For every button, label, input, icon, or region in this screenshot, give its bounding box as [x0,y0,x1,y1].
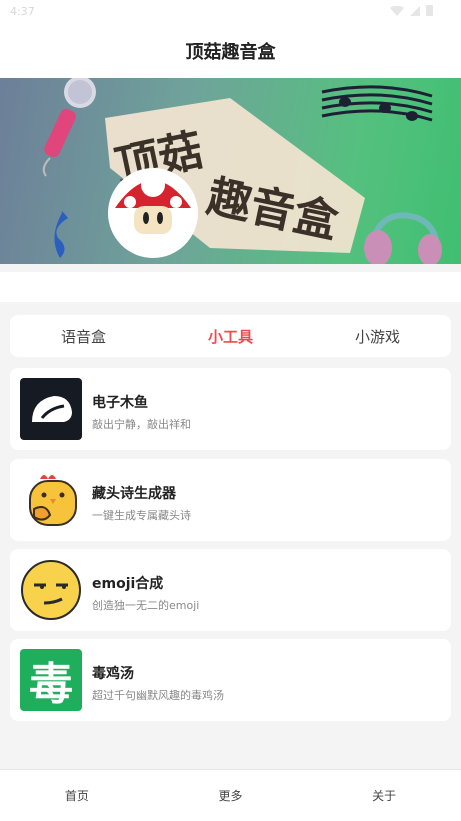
tool-card-emoji[interactable]: emoji合成 创造独一无二的emoji [10,549,451,631]
tool-desc: 超过千句幽默风趣的毒鸡汤 [92,689,224,702]
tool-title: 电子木鱼 [92,395,148,411]
tool-desc: 敲出宁静，敲出祥和 [92,418,191,431]
bottom-nav: 首页 更多 关于 [0,769,461,821]
tool-card-acrostic[interactable]: 藏头诗生成器 一键生成专属藏头诗 [10,459,451,541]
category-tabs: 语音盒 小工具 小游戏 [10,315,451,357]
status-icons [390,5,433,16]
poison-glyph: 毒 [29,659,73,710]
tool-card-poison-soup[interactable]: 毒 毒鸡汤 超过千句幽默风趣的毒鸡汤 [10,639,451,721]
tool-title: 毒鸡汤 [92,666,134,682]
banner-illustration: 顶菇 趣音盒 [42,78,442,264]
status-time: 4:37 [10,5,35,18]
treble-clef-icon [54,211,68,258]
microphone-icon [42,78,96,177]
emoji-face-icon [20,559,82,621]
wooden-fish-icon [20,378,82,440]
tool-desc: 创造独一无二的emoji [92,599,200,612]
poison-char-icon: 毒 [20,649,82,711]
battery-icon [426,5,433,16]
tool-card-wooden-fish[interactable]: 电子木鱼 敲出宁静，敲出祥和 [10,368,451,450]
mushroom-icon [108,168,198,258]
nav-home[interactable]: 首页 [0,787,154,804]
nav-about[interactable]: 关于 [307,787,461,804]
signal-icon [410,5,420,16]
app-header: 顶菇趣音盒 [0,24,461,78]
tab-games[interactable]: 小游戏 [304,326,451,347]
tab-tools[interactable]: 小工具 [157,326,304,347]
tool-desc: 一键生成专属藏头诗 [92,509,191,522]
headphones-icon [364,212,442,264]
tool-title: emoji合成 [92,576,164,592]
banner-spacer [0,272,461,302]
banner-image[interactable]: 顶菇 趣音盒 [0,78,461,264]
page-title: 顶菇趣音盒 [185,42,276,63]
tool-title: 藏头诗生成器 [92,486,176,502]
nav-more[interactable]: 更多 [154,787,308,804]
chick-icon [20,469,82,531]
tab-voice-box[interactable]: 语音盒 [10,326,157,347]
status-bar: 4:37 [0,0,461,24]
wifi-icon [390,5,404,16]
